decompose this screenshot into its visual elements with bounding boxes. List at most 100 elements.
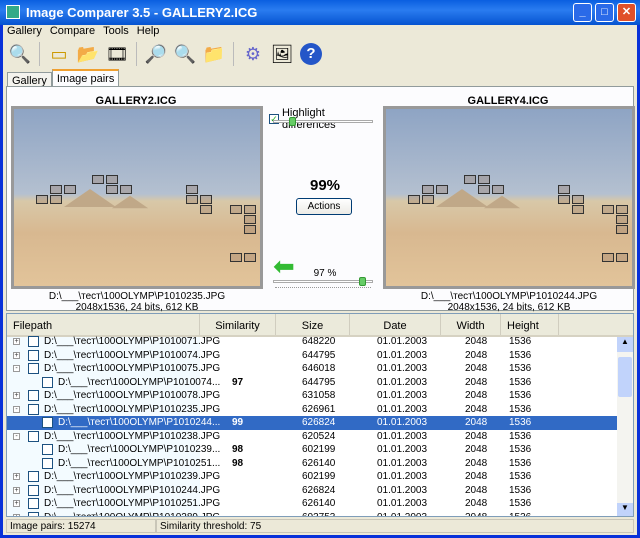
maximize-button[interactable]: □ [595,3,614,22]
row-size: 602199 [302,444,336,455]
image-pairs-list: Filepath Similarity Size Date Width Heig… [6,313,634,517]
search-folder-icon[interactable]: 🔎 [143,41,169,67]
row-height: 1536 [509,511,532,517]
menu-gallery[interactable]: Gallery [3,25,46,39]
new-gallery-icon[interactable]: ▭ [46,41,72,67]
open-gallery-icon[interactable]: 📂 [75,41,101,67]
app-icon [6,5,20,19]
column-date[interactable]: Date [350,314,441,335]
settings-gear-icon[interactable]: ⚙ [240,41,266,67]
row-height: 1536 [509,390,532,401]
column-width[interactable]: Width [441,314,501,335]
minimize-button[interactable]: _ [573,3,592,22]
image-search-icon[interactable]: 🖼 [269,41,295,67]
table-row[interactable]: - D:\___\тест\100OLYMP\P1010235.JPG 626961… [7,403,619,417]
table-row[interactable]: D:\___\тест\100OLYMP\P1010251... 98 626140… [7,457,619,471]
column-height[interactable]: Height [501,314,559,335]
row-checkbox[interactable] [28,430,39,442]
wizard-icon[interactable]: 🔍 [7,41,33,67]
row-checkbox[interactable] [28,498,39,509]
row-checkbox[interactable] [42,376,53,388]
row-filepath: D:\___\тест\100OLYMP\P1010251.JPG [44,498,221,509]
row-width: 2048 [465,471,488,482]
row-checkbox[interactable] [28,484,39,496]
table-row[interactable]: D:\___\тест\100OLYMP\P1010244... 99 626824… [7,416,619,430]
collapse-icon[interactable]: - [13,432,20,440]
close-button[interactable]: ✕ [617,3,636,22]
menu-help[interactable]: Help [133,25,164,39]
status-image-pairs: Image pairs: 15274 [6,519,156,533]
left-image[interactable] [11,106,263,289]
column-similarity[interactable]: Similarity [200,314,276,335]
status-bar: Image pairs: 15274 Similarity threshold:… [6,519,634,533]
row-date: 01.01.2003 [377,403,428,415]
expand-icon[interactable]: + [13,486,20,494]
table-row[interactable]: + D:\___\тест\100OLYMP\P1010074.JPG 644795… [7,349,619,363]
film-icon[interactable]: 🎞 [104,41,130,67]
row-height: 1536 [509,444,532,455]
row-size: 626140 [302,498,336,509]
vertical-scrollbar[interactable]: ▲ ▼ [617,337,633,516]
row-height: 1536 [509,349,532,361]
row-checkbox[interactable] [28,403,39,415]
row-size: 626961 [302,403,336,415]
row-checkbox[interactable] [42,444,53,455]
help-icon[interactable]: ? [298,41,324,67]
table-row[interactable]: + D:\___\тест\100OLYMP\P1010244.JPG 626824… [7,484,619,498]
slider-thumb[interactable] [359,277,366,286]
table-row[interactable]: + D:\___\тест\100OLYMP\P1010251.JPG 626140… [7,497,619,511]
collapse-icon[interactable]: - [13,405,20,413]
scroll-down-button[interactable]: ▼ [617,503,633,516]
menu-tools[interactable]: Tools [99,25,133,39]
row-checkbox[interactable] [28,471,39,482]
table-row[interactable]: D:\___\тест\100OLYMP\P1010074... 97 644795… [7,376,619,390]
right-image-path: D:\___\тест\100OLYMP\P1010244.JPG [420,291,598,302]
row-width: 2048 [465,403,488,415]
expand-icon[interactable]: + [13,473,20,480]
column-filepath[interactable]: Filepath [7,314,200,335]
row-size: 644795 [302,349,336,361]
row-filepath: D:\___\тест\100OLYMP\P1010238.JPG [44,430,221,442]
slider-thumb[interactable] [289,117,296,126]
row-date: 01.01.2003 [377,444,428,455]
expand-icon[interactable]: + [13,500,20,507]
table-row[interactable]: - D:\___\тест\100OLYMP\P1010075.JPG 646018… [7,362,619,376]
row-checkbox[interactable] [28,511,39,516]
status-similarity-threshold: Similarity threshold: 75 [156,519,634,533]
checked-folder-icon[interactable]: 📁 [201,41,227,67]
toolbar: 🔍 ▭ 📂 🎞 🔎 🔍 📁 ⚙ 🖼 ? [3,39,637,69]
table-row[interactable]: - D:\___\тест\100OLYMP\P1010238.JPG 620524… [7,430,619,444]
row-checkbox[interactable] [28,349,39,361]
scroll-up-button[interactable]: ▲ [617,337,633,352]
table-row[interactable]: + D:\___\тест\100OLYMP\P1010239.JPG 602199… [7,470,619,484]
scroll-thumb[interactable] [618,357,632,397]
table-row[interactable]: D:\___\тест\100OLYMP\P1010239... 98 602199… [7,443,619,457]
row-width: 2048 [465,498,488,509]
table-row[interactable]: + D:\___\тест\100OLYMP\P1010289.JPG 603753… [7,511,619,517]
table-row[interactable]: + D:\___\тест\100OLYMP\P1010078.JPG 631058… [7,389,619,403]
expand-icon[interactable]: + [13,351,20,359]
expand-icon[interactable]: + [13,338,20,345]
collapse-icon[interactable]: - [13,365,20,372]
row-checkbox[interactable] [42,417,53,428]
row-checkbox[interactable] [42,457,53,469]
separator [136,42,137,66]
highlight-differences-checkbox[interactable]: ✓ Highlight differences [269,107,381,131]
row-height: 1536 [509,417,532,428]
row-filepath: D:\___\тест\100OLYMP\P1010078.JPG [44,390,221,401]
row-height: 1536 [509,363,532,374]
highlight-sensitivity-slider[interactable] [273,117,373,126]
compare-icon[interactable]: 🔍 [172,41,198,67]
expand-icon[interactable]: + [13,513,20,516]
menu-compare[interactable]: Compare [46,25,99,39]
row-width: 2048 [465,336,488,347]
right-image[interactable] [383,106,635,289]
expand-icon[interactable]: + [13,392,20,399]
row-checkbox[interactable] [28,336,39,347]
actions-button[interactable]: Actions [296,198,352,215]
threshold-slider[interactable] [273,277,373,286]
column-size[interactable]: Size [276,314,350,335]
row-checkbox[interactable] [28,390,39,401]
table-row[interactable]: + D:\___\тест\100OLYMP\P1010071.JPG 648220… [7,335,619,349]
row-checkbox[interactable] [28,363,39,374]
